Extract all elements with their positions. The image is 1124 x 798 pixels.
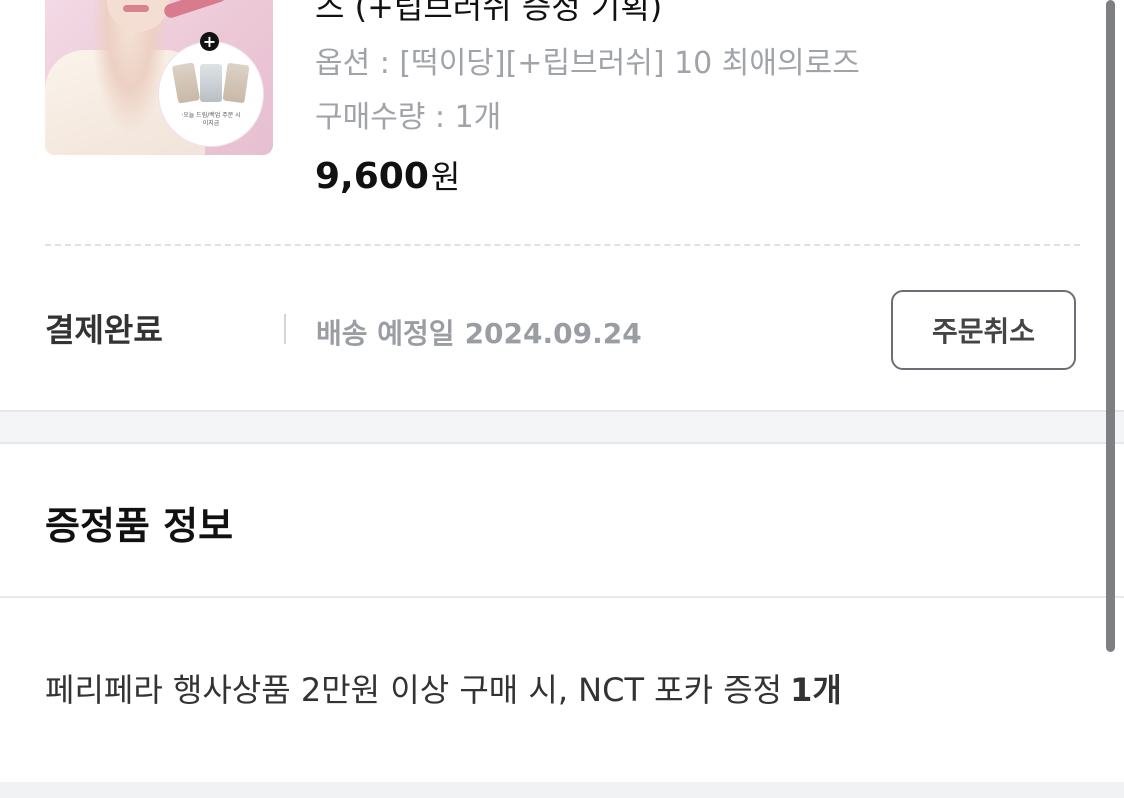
thumbnail-lip-tint: [162, 0, 228, 20]
price-value: 9,600: [315, 156, 429, 197]
delivery-label: 배송 예정일: [316, 317, 455, 350]
plus-icon: +: [200, 32, 219, 51]
section-divider: [0, 596, 1124, 598]
product-name: 즈 (+립브러쉬 증정 기획): [315, 0, 663, 26]
thumbnail-photocard-badge: ·오늘 드림/백업 주문 시 이지금: [159, 42, 263, 146]
gift-description: 페리페라 행사상품 2만원 이상 구매 시, NCT 포카 증정: [45, 671, 783, 709]
price-row: 9,600원: [315, 152, 460, 198]
quantity-value: 1개: [454, 100, 502, 135]
photocard-2: [200, 64, 222, 102]
photocard-3: [222, 62, 250, 104]
scrollbar[interactable]: [1106, 0, 1115, 652]
product-thumbnail[interactable]: ·오늘 드림/백업 주문 시 이지금 +: [45, 0, 273, 155]
bottom-section-gap: [0, 782, 1124, 798]
quantity-label: 구매수량 :: [315, 100, 446, 135]
dashed-divider: [45, 244, 1080, 246]
status-separator: [284, 314, 286, 344]
photocard-1: [171, 62, 201, 104]
cancel-order-button[interactable]: 주문취소: [891, 290, 1076, 370]
delivery-info: 배송 예정일 2024.09.24: [316, 312, 642, 352]
gift-section-title: 증정품 정보: [45, 504, 234, 548]
option-row: 옵션 : [떡이당][+립브러쉬] 10 최애의로즈: [315, 38, 860, 82]
section-gap: [0, 410, 1124, 444]
thumbnail-caption: ·오늘 드림/백업 주문 시 이지금: [181, 112, 241, 127]
quantity-row: 구매수량 : 1개: [315, 92, 501, 136]
order-status: 결제완료: [45, 311, 163, 349]
delivery-date: 2024.09.24: [464, 317, 642, 350]
option-value: [떡이당][+립브러쉬] 10 최애의로즈: [399, 46, 860, 81]
thumbnail-model-lips: [123, 5, 149, 12]
gift-count: 1개: [790, 671, 842, 709]
gift-info-line: 페리페라 행사상품 2만원 이상 구매 시, NCT 포카 증정 1개: [45, 665, 842, 711]
option-label: 옵션 :: [315, 46, 390, 81]
price-unit: 원: [430, 158, 461, 196]
